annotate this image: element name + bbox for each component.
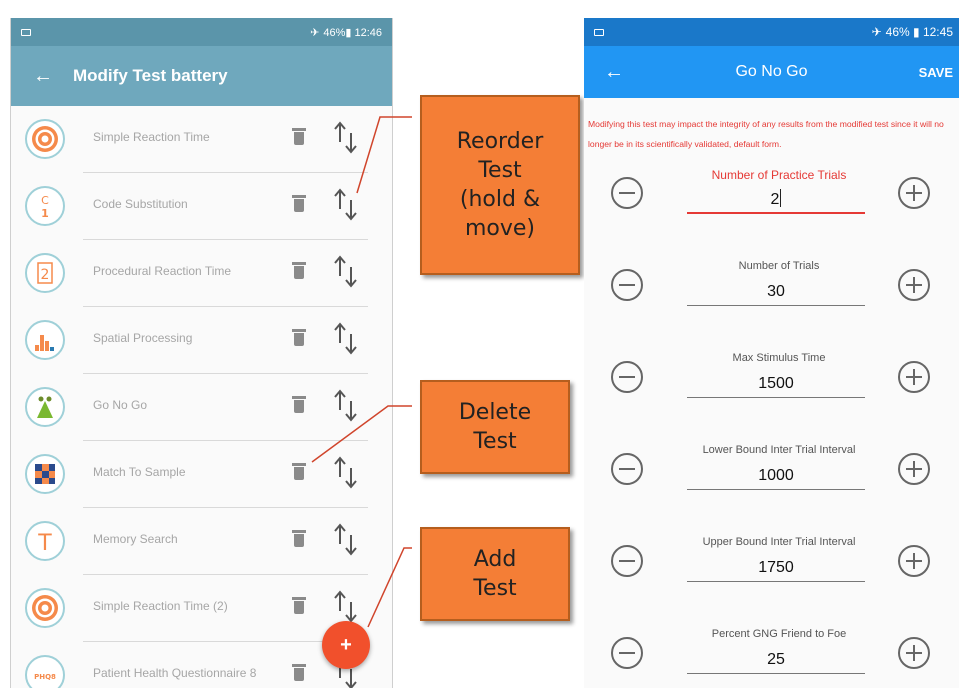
setting-label: Max Stimulus Time <box>732 352 826 364</box>
setting-value: 2 <box>770 191 780 208</box>
decrement-button[interactable] <box>610 268 644 302</box>
reorder-callout-line <box>356 116 412 194</box>
decrement-button[interactable] <box>610 360 644 394</box>
setting-value: 1500 <box>758 375 794 392</box>
increment-button[interactable] <box>897 268 931 302</box>
setting-row: Number of Trials 30 <box>584 260 959 340</box>
right-screen: ✈ 46% ▮ 12:45 ← Go No Go SAVE Modifying … <box>584 18 959 688</box>
setting-label: Number of Trials <box>738 260 820 272</box>
increment-button[interactable] <box>897 452 931 486</box>
increment-button[interactable] <box>897 176 931 210</box>
status-bar: ✈ 46% ▮ 12:45 <box>584 18 959 46</box>
decrement-button[interactable] <box>610 636 644 670</box>
setting-value: 1000 <box>758 467 794 484</box>
add-callout: Add Test <box>420 527 570 621</box>
setting-value: 30 <box>767 283 785 300</box>
warning-text: Modifying this test may impact the integ… <box>588 119 944 149</box>
decrement-button[interactable] <box>610 544 644 578</box>
setting-label: Upper Bound Inter Trial Interval <box>702 536 856 548</box>
status-text: 46% ▮ 12:45 <box>885 25 953 39</box>
decrement-button[interactable] <box>610 176 644 210</box>
setting-row: Upper Bound Inter Trial Interval 1750 <box>584 536 959 616</box>
delete-callout: Delete Test <box>420 380 570 474</box>
setting-row: Lower Bound Inter Trial Interval 1000 <box>584 444 959 524</box>
setting-input[interactable]: 30 <box>687 280 865 306</box>
setting-label: Percent GNG Friend to Foe <box>711 628 847 640</box>
page-title: Go No Go <box>735 63 808 80</box>
increment-button[interactable] <box>897 636 931 670</box>
setting-label: Number of Practice Trials <box>711 168 847 182</box>
increment-button[interactable] <box>897 544 931 578</box>
setting-label: Lower Bound Inter Trial Interval <box>702 444 856 456</box>
setting-input[interactable]: 2 <box>687 188 865 214</box>
delete-callout-line <box>311 405 412 463</box>
add-callout-line <box>367 547 412 628</box>
setting-value: 1750 <box>758 559 794 576</box>
setting-row: Percent GNG Friend to Foe 25 <box>584 628 959 688</box>
app-bar: ← Go No Go SAVE <box>584 46 959 98</box>
decrement-button[interactable] <box>610 452 644 486</box>
text-cursor <box>780 189 782 207</box>
setting-input[interactable]: 1000 <box>687 464 865 490</box>
setting-input[interactable]: 1500 <box>687 372 865 398</box>
save-button[interactable]: SAVE <box>919 65 953 80</box>
signal-icon: ✈ <box>871 25 882 39</box>
setting-value: 25 <box>767 651 785 668</box>
increment-button[interactable] <box>897 360 931 394</box>
setting-row: Number of Practice Trials 2 <box>584 168 959 248</box>
reorder-callout: Reorder Test (hold & move) <box>420 95 580 275</box>
setting-row: Max Stimulus Time 1500 <box>584 352 959 432</box>
setting-input[interactable]: 1750 <box>687 556 865 582</box>
setting-input[interactable]: 25 <box>687 648 865 674</box>
gallery-icon <box>594 28 604 36</box>
